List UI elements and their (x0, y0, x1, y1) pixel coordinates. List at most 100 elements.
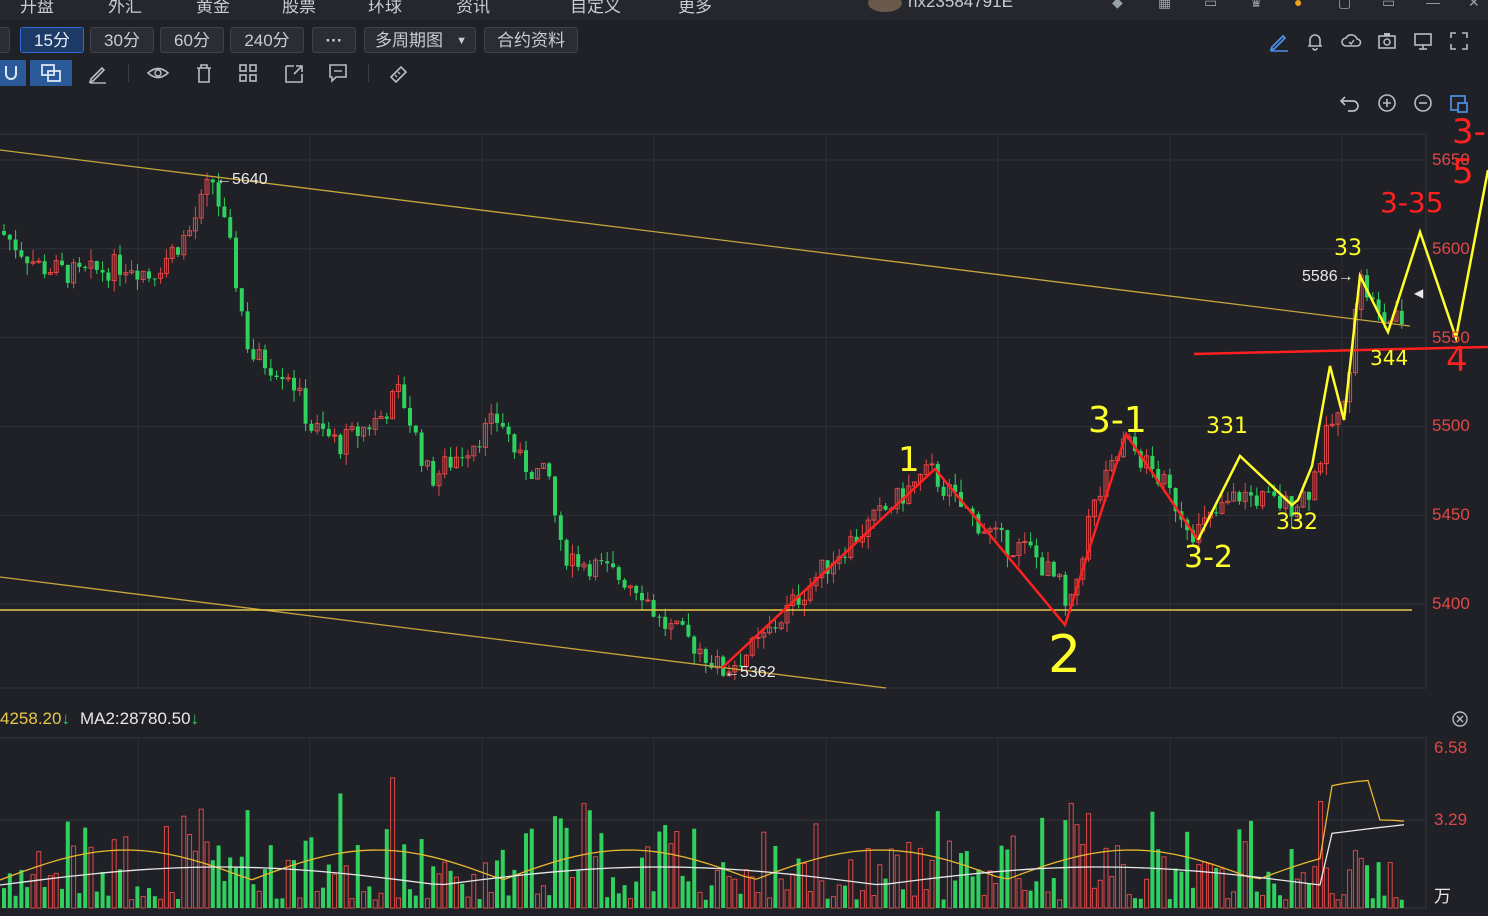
volume-bar (1010, 835, 1016, 909)
trash-icon[interactable] (192, 62, 216, 84)
volume-bar (1278, 895, 1282, 908)
message-icon[interactable]: ▢ (1338, 0, 1360, 10)
close-window-icon[interactable]: ✕ (1468, 0, 1488, 10)
nav-item-news[interactable]: 资讯 (456, 0, 490, 17)
volume-bar (1307, 883, 1311, 908)
volume-bar (1086, 813, 1092, 909)
volume-bar (640, 857, 644, 908)
volume-bar (436, 873, 442, 909)
volume-bar (854, 899, 859, 908)
candle-body (634, 585, 639, 593)
volume-bar (801, 862, 807, 909)
candle-body (1150, 455, 1155, 469)
bell-icon[interactable] (1304, 30, 1326, 52)
nav-item-custom[interactable]: 自定义 (570, 0, 621, 17)
volume-bar (1254, 891, 1259, 908)
username[interactable]: hx23584791E (908, 0, 1013, 12)
camera-icon[interactable] (1376, 30, 1398, 52)
volume-bar (1034, 881, 1039, 908)
candle-body (355, 426, 360, 436)
nav-item-more[interactable]: 更多 (678, 0, 712, 17)
volume-bar (540, 885, 546, 909)
monitor-icon[interactable] (1412, 30, 1434, 52)
layers-icon (41, 64, 61, 82)
grid-nav-icon[interactable]: ▦ (1158, 0, 1180, 10)
candle-body (843, 556, 847, 558)
volume-ma2-line (0, 824, 1405, 886)
volume-bar (686, 881, 691, 908)
volume-bar (569, 876, 575, 909)
volume-bar (970, 876, 975, 908)
pencil-icon[interactable] (86, 62, 110, 84)
period-button-240m[interactable]: 240分 (230, 27, 304, 53)
fullscreen-icon[interactable] (1448, 30, 1470, 52)
nav-item-open[interactable]: 开盘 (20, 0, 54, 17)
grid-icon[interactable] (236, 62, 260, 84)
period-button-15m[interactable]: 15分 (20, 27, 84, 53)
volume-tick-mid: 3.29 (1434, 810, 1468, 829)
volume-bar (657, 831, 662, 908)
close-panel-icon[interactable] (1451, 710, 1469, 728)
minimize-icon[interactable]: — (1426, 0, 1448, 10)
period-button-30m[interactable]: 30分 (90, 27, 154, 53)
volume-bar (367, 886, 372, 908)
volume-bar (169, 892, 175, 909)
candle-body (245, 311, 250, 350)
notification-icon[interactable]: ● (1294, 0, 1316, 10)
avatar[interactable] (868, 0, 902, 12)
window-icon[interactable]: ▭ (1382, 0, 1404, 10)
volume-bar (106, 895, 111, 908)
volume-bar (1272, 883, 1277, 908)
volume-bar (181, 815, 187, 909)
volume-bar (987, 870, 993, 909)
diamond-icon[interactable]: ◆ (1112, 0, 1134, 10)
nav-item-stocks[interactable]: 股票 (282, 0, 316, 17)
candle-body (176, 247, 180, 255)
volume-bar (692, 828, 697, 908)
volume-bar (714, 870, 720, 909)
period-button-prev[interactable] (0, 27, 10, 53)
nav-item-forex[interactable]: 外汇 (108, 0, 142, 17)
eye-icon[interactable] (146, 62, 170, 84)
magnet-tool-button[interactable] (0, 60, 26, 86)
share-icon[interactable] (282, 62, 306, 84)
volume-bar (1347, 869, 1353, 909)
nav-item-global[interactable]: 环球 (368, 0, 402, 17)
multi-period-dropdown[interactable]: 多周期图 ▼ (364, 27, 476, 53)
volume-bar (564, 827, 569, 908)
red-horizontal-line (1193, 345, 1488, 356)
candle-body (1278, 495, 1282, 509)
candle-body (321, 423, 325, 429)
volume-bar (587, 810, 592, 908)
volume-bar (651, 891, 656, 908)
volume-bar (784, 889, 790, 909)
mail-icon[interactable]: ▭ (1204, 0, 1226, 10)
volume-bar (946, 840, 952, 909)
candle-body (413, 425, 418, 433)
comment-icon[interactable] (326, 62, 350, 84)
period-button-60m[interactable]: 60分 (160, 27, 224, 53)
volume-bar (419, 839, 424, 908)
nav-item-gold[interactable]: 黄金 (196, 0, 230, 17)
volume-bar (819, 880, 825, 909)
contract-info-button[interactable]: 合约资料 (484, 27, 578, 53)
volume-bar (118, 869, 122, 908)
volume-bar (395, 897, 401, 909)
volume-bar (135, 886, 140, 908)
candle-body (274, 375, 279, 377)
candle-body (309, 423, 314, 431)
cloud-icon[interactable] (1340, 30, 1362, 52)
candle-body (42, 261, 47, 275)
crown-icon[interactable]: ♛ (1250, 0, 1272, 10)
volume-legend: 4258.20↓ MA2:28780.50↓ (0, 709, 199, 729)
price-tick-5400: 5400 (1432, 594, 1470, 613)
candlestick-chart[interactable] (0, 86, 1488, 916)
volume-bar (917, 847, 923, 909)
pen-icon[interactable] (1268, 30, 1290, 52)
layers-tool-button[interactable] (30, 60, 72, 86)
more-periods-button[interactable]: ··· (312, 27, 356, 53)
volume-bar (488, 891, 494, 909)
ruler-icon[interactable] (386, 62, 410, 84)
candle-body (500, 423, 505, 427)
volume-bar (216, 845, 221, 908)
